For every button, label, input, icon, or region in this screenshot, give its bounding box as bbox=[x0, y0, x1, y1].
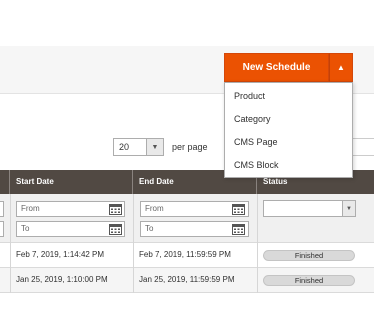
column-divider bbox=[133, 194, 134, 243]
column-divider bbox=[257, 243, 258, 268]
end-date-cell: Feb 7, 2019, 11:59:59 PM bbox=[139, 250, 231, 259]
start-date-from-placeholder: From bbox=[21, 204, 40, 213]
chevron-down-icon: ▼ bbox=[342, 201, 355, 216]
menu-item-cms-page[interactable]: CMS Page bbox=[225, 131, 352, 154]
end-date-cell: Jan 25, 2019, 11:59:59 PM bbox=[139, 275, 235, 284]
end-date-to-placeholder: To bbox=[145, 224, 154, 233]
per-page-label: per page bbox=[172, 142, 208, 152]
column-header-partial[interactable] bbox=[0, 170, 10, 194]
per-page-select[interactable]: 20 ▼ bbox=[113, 138, 164, 156]
calendar-icon[interactable] bbox=[109, 203, 122, 215]
status-badge: Finished bbox=[263, 250, 355, 261]
new-schedule-button[interactable]: New Schedule bbox=[224, 53, 329, 82]
menu-item-category[interactable]: Category bbox=[225, 108, 352, 131]
menu-item-product[interactable]: Product bbox=[225, 85, 352, 108]
page-number-input[interactable] bbox=[352, 138, 374, 156]
calendar-icon[interactable] bbox=[232, 223, 245, 235]
new-schedule-dropdown-menu: Product Category CMS Page CMS Block bbox=[224, 82, 353, 178]
column-divider bbox=[10, 194, 11, 243]
caret-up-icon: ▲ bbox=[337, 63, 345, 72]
column-header-start-date[interactable]: Start Date bbox=[10, 170, 133, 194]
start-date-cell: Feb 7, 2019, 1:14:42 PM bbox=[16, 250, 105, 259]
start-date-cell: Jan 25, 2019, 1:10:00 PM bbox=[16, 275, 108, 284]
calendar-icon[interactable] bbox=[232, 203, 245, 215]
partial-filter-input[interactable] bbox=[0, 201, 4, 217]
new-schedule-split-button: New Schedule ▲ bbox=[224, 53, 353, 82]
status-filter-select[interactable]: ▼ bbox=[263, 200, 356, 217]
calendar-icon[interactable] bbox=[109, 223, 122, 235]
dropdown-toggle-button[interactable]: ▲ bbox=[329, 53, 353, 82]
column-divider bbox=[257, 268, 258, 293]
start-date-to-placeholder: To bbox=[21, 224, 30, 233]
chevron-down-icon: ▼ bbox=[146, 139, 163, 155]
per-page-value: 20 bbox=[119, 142, 130, 152]
partial-filter-input[interactable] bbox=[0, 221, 4, 237]
end-date-from-placeholder: From bbox=[145, 204, 164, 213]
status-badge: Finished bbox=[263, 275, 355, 286]
table-row[interactable]: Jan 25, 2019, 1:10:00 PM Jan 25, 2019, 1… bbox=[0, 268, 374, 293]
column-divider bbox=[257, 194, 258, 243]
menu-item-cms-block[interactable]: CMS Block bbox=[225, 154, 352, 177]
table-row[interactable]: Feb 7, 2019, 1:14:42 PM Feb 7, 2019, 11:… bbox=[0, 243, 374, 268]
